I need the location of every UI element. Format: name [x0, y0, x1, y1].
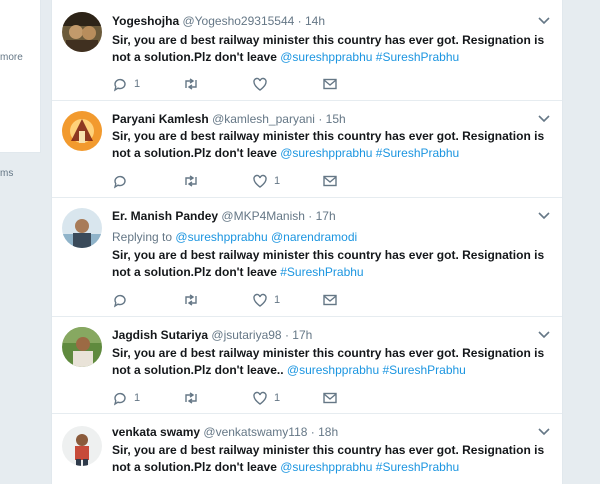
envelope-icon [323, 392, 337, 404]
handle[interactable]: @Yogesho29315544 [182, 14, 294, 28]
display-name[interactable]: venkata swamy [112, 425, 200, 439]
tweet-actions: 1 [112, 76, 372, 92]
chevron-down-icon[interactable] [538, 427, 550, 437]
tweet-header: venkata swamy @venkatswamy118 · 18h [112, 425, 338, 439]
heart-icon [253, 174, 267, 188]
heart-icon [253, 293, 267, 307]
tweet-header: Jagdish Sutariya @jsutariya98 · 17h [112, 328, 312, 342]
tweet-text: Sir, you are d best railway minister thi… [112, 128, 552, 162]
reply-button[interactable] [112, 173, 134, 189]
reply-icon [113, 294, 126, 308]
retweet-icon [185, 294, 197, 306]
like-count: 1 [274, 294, 281, 306]
heart-icon [253, 391, 267, 405]
like-button[interactable] [252, 76, 274, 92]
direct-message-button[interactable] [322, 292, 338, 308]
handle[interactable]: @kamlesh_paryani [212, 112, 315, 126]
envelope-icon [323, 78, 337, 90]
tweet[interactable]: venkata swamy @venkatswamy118 · 18h Sir,… [52, 414, 562, 484]
like-count: 1 [274, 175, 281, 187]
tweet-text: Sir, you are d best railway minister thi… [112, 345, 552, 379]
tweet[interactable]: Paryani Kamlesh @kamlesh_paryani · 15h S… [52, 101, 562, 198]
chevron-down-icon[interactable] [538, 114, 550, 124]
tweet[interactable]: Jagdish Sutariya @jsutariya98 · 17h Sir,… [52, 317, 562, 414]
tweet-feed: Yogeshojha @Yogesho29315544 · 14h Sir, y… [51, 0, 563, 484]
handle[interactable]: @MKP4Manish [221, 209, 305, 223]
reply-button[interactable] [112, 292, 134, 308]
retweet-icon [185, 175, 197, 187]
more-link[interactable]: more [0, 52, 23, 63]
left-sidebar-card [0, 0, 41, 153]
tweet-header: Er. Manish Pandey @MKP4Manish · 17h [112, 209, 336, 223]
reply-icon [113, 392, 126, 406]
avatar[interactable] [62, 426, 102, 466]
tweet-text: Sir, you are d best railway minister thi… [112, 442, 552, 476]
timestamp[interactable]: 17h [292, 328, 312, 342]
envelope-icon [323, 175, 337, 187]
retweet-button[interactable] [182, 292, 206, 308]
separator-dot: · [310, 425, 315, 439]
timestamp[interactable]: 18h [318, 425, 338, 439]
chevron-down-icon[interactable] [538, 211, 550, 221]
envelope-icon [323, 294, 337, 306]
reply-count: 1 [134, 392, 141, 404]
like-button[interactable]: 1 [252, 173, 280, 189]
tweet-actions: 1 1 [112, 390, 372, 406]
direct-message-button[interactable] [322, 76, 338, 92]
tweet-links[interactable]: @sureshpprabhu #SureshPrabhu [280, 50, 459, 64]
reply-count: 1 [134, 78, 141, 90]
terms-link[interactable]: ms [0, 168, 13, 179]
tweet[interactable]: Er. Manish Pandey @MKP4Manish · 17h Repl… [52, 198, 562, 317]
tweet-actions: 1 [112, 173, 372, 189]
separator-dot: · [308, 209, 313, 223]
tweet[interactable]: Yogeshojha @Yogesho29315544 · 14h Sir, y… [52, 0, 562, 101]
retweet-icon [185, 392, 197, 404]
tweet-links[interactable]: @sureshpprabhu #SureshPrabhu [280, 146, 459, 160]
tweet-actions: 1 [112, 292, 372, 308]
retweet-button[interactable] [182, 173, 206, 189]
heart-icon [253, 77, 267, 91]
replying-to-users[interactable]: @sureshpprabhu @narendramodi [175, 230, 357, 244]
tweet-text: Sir, you are d best railway minister thi… [112, 247, 552, 281]
like-button[interactable]: 1 [252, 292, 280, 308]
replying-to: Replying to @sureshpprabhu @narendramodi [112, 230, 357, 244]
tweet-text: Sir, you are d best railway minister thi… [112, 32, 552, 66]
tweet-links[interactable]: @sureshpprabhu #SureshPrabhu [280, 460, 459, 474]
avatar[interactable] [62, 327, 102, 367]
direct-message-button[interactable] [322, 173, 338, 189]
reply-icon [113, 175, 126, 189]
chevron-down-icon[interactable] [538, 16, 550, 26]
retweet-button[interactable] [182, 76, 206, 92]
avatar[interactable] [62, 12, 102, 52]
retweet-button[interactable] [182, 390, 206, 406]
replying-to-label: Replying to [112, 230, 173, 244]
timestamp[interactable]: 17h [316, 209, 336, 223]
handle[interactable]: @venkatswamy118 [203, 425, 307, 439]
retweet-icon [185, 78, 197, 90]
handle[interactable]: @jsutariya98 [211, 328, 281, 342]
direct-message-button[interactable] [322, 390, 338, 406]
like-button[interactable]: 1 [252, 390, 280, 406]
display-name[interactable]: Yogeshojha [112, 14, 179, 28]
reply-button[interactable]: 1 [112, 76, 140, 92]
like-count: 1 [274, 392, 281, 404]
display-name[interactable]: Er. Manish Pandey [112, 209, 218, 223]
tweet-links[interactable]: #SureshPrabhu [280, 265, 363, 279]
tweet-links[interactable]: @sureshpprabhu #SureshPrabhu [287, 363, 466, 377]
separator-dot: · [318, 112, 323, 126]
avatar[interactable] [62, 208, 102, 248]
display-name[interactable]: Paryani Kamlesh [112, 112, 209, 126]
display-name[interactable]: Jagdish Sutariya [112, 328, 208, 342]
separator-dot: · [284, 328, 289, 342]
tweet-header: Yogeshojha @Yogesho29315544 · 14h [112, 14, 325, 28]
avatar[interactable] [62, 111, 102, 151]
reply-button[interactable]: 1 [112, 390, 140, 406]
chevron-down-icon[interactable] [538, 330, 550, 340]
tweet-header: Paryani Kamlesh @kamlesh_paryani · 15h [112, 112, 346, 126]
timestamp[interactable]: 14h [305, 14, 325, 28]
reply-icon [113, 78, 126, 92]
separator-dot: · [297, 14, 302, 28]
timestamp[interactable]: 15h [326, 112, 346, 126]
